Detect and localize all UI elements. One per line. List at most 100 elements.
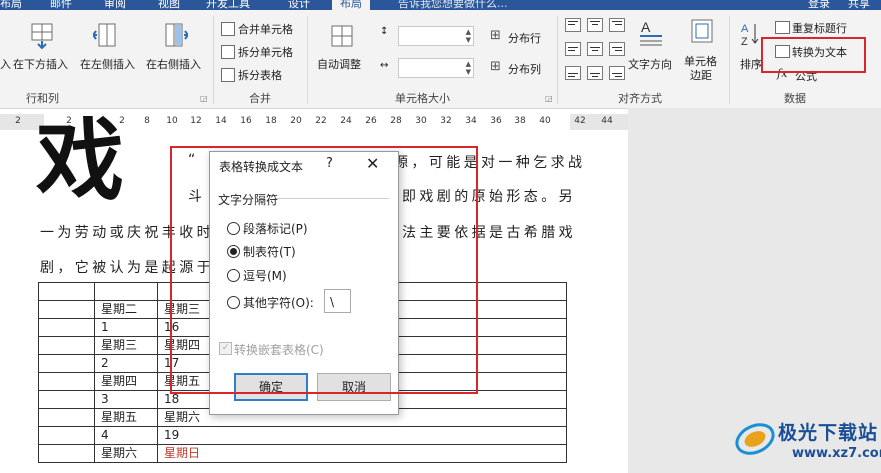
table-cell[interactable]: 2 <box>94 354 158 373</box>
repeat-header-button[interactable]: 重复标题行 <box>792 20 847 36</box>
sign-in-link[interactable]: 登录 <box>808 0 830 10</box>
share-button[interactable]: 共享 <box>848 0 870 10</box>
table-cell[interactable] <box>38 408 95 427</box>
align-middle-center-icon[interactable] <box>587 42 603 56</box>
table-cell[interactable] <box>38 336 95 355</box>
tab-developer[interactable]: 开发工具 <box>206 0 250 10</box>
group-label-rows-cols: 行和列 <box>26 92 59 105</box>
align-bottom-center-icon[interactable] <box>587 66 603 80</box>
table-cell[interactable] <box>38 426 95 445</box>
split-cells-icon <box>221 45 235 59</box>
table-cell[interactable] <box>38 390 95 409</box>
highlight-dialog-options <box>170 146 478 394</box>
table-row: 星期六 星期日 <box>38 444 567 463</box>
insert-right-button[interactable]: 在右侧插入 <box>146 56 201 72</box>
group-divider <box>213 16 214 104</box>
watermark-url: www.xz7.com <box>792 446 881 461</box>
tab-review[interactable]: 审阅 <box>104 0 126 10</box>
split-cells-button[interactable]: 拆分单元格 <box>238 44 293 60</box>
text-direction-icon: A <box>638 18 664 48</box>
table-cell[interactable]: 星期日 <box>157 444 567 463</box>
row-height-icon: ↕ <box>380 26 389 37</box>
ruler-tick-label: 42 <box>574 116 586 126</box>
insert-above-button[interactable]: 入 <box>0 56 11 72</box>
ruler-tick-label: 34 <box>465 116 477 126</box>
group-label-data: 数据 <box>784 92 806 105</box>
merge-cells-icon <box>221 22 235 36</box>
table-cell[interactable]: 星期二 <box>94 300 158 319</box>
column-width-icon: ↔ <box>380 60 389 71</box>
table-cell[interactable] <box>38 354 95 373</box>
distribute-cols-button[interactable]: 分布列 <box>508 61 541 77</box>
group-divider <box>307 16 308 104</box>
svg-text:A: A <box>741 23 749 35</box>
ruler-tick-label: 2 <box>15 116 21 126</box>
ruler-tick-label: 14 <box>215 116 227 126</box>
rows-cols-launcher-icon[interactable]: ◲ <box>200 94 208 103</box>
insert-below-icon <box>30 22 54 50</box>
ribbon: 入 在下方插入 在左侧插入 在右侧插入 行和列 ◲ 合并单元格 拆分单元格 拆分… <box>0 10 881 109</box>
split-table-button[interactable]: 拆分表格 <box>238 67 282 83</box>
group-label-cell-size: 单元格大小 <box>395 92 450 105</box>
insert-left-icon <box>91 22 117 50</box>
svg-text:A: A <box>641 19 651 35</box>
ruler-tick-label: 40 <box>539 116 551 126</box>
ruler-tick-label: 38 <box>514 116 526 126</box>
tell-me-box[interactable]: 告诉我您想要做什么... <box>398 0 508 10</box>
table-cell[interactable] <box>38 444 95 463</box>
table-cell[interactable]: 4 <box>94 426 158 445</box>
autofit-button[interactable]: 自动调整 <box>317 56 361 72</box>
column-width-input[interactable]: ▲ ▼ <box>398 58 474 78</box>
ruler-tick-label: 44 <box>601 116 613 126</box>
table-cell[interactable] <box>94 282 158 301</box>
watermark: 极光下载站 www.xz7.com <box>734 414 881 470</box>
tab-layout-cut[interactable]: 布局 <box>0 0 22 10</box>
ruler-tick-label: 22 <box>315 116 327 126</box>
tab-view[interactable]: 视图 <box>158 0 180 10</box>
ruler-tick-label: 18 <box>265 116 277 126</box>
table-cell[interactable]: 星期六 <box>94 444 158 463</box>
table-cell[interactable]: 星期三 <box>94 336 158 355</box>
row-height-input[interactable]: ▲ ▼ <box>398 26 474 46</box>
tab-table-layout[interactable]: 布局 <box>332 0 370 10</box>
watermark-name: 极光下载站 <box>778 422 879 444</box>
insert-below-button[interactable]: 在下方插入 <box>13 56 68 72</box>
text-direction-button[interactable]: 文字方向 <box>628 56 672 72</box>
table-cell[interactable] <box>38 300 95 319</box>
align-middle-right-icon[interactable] <box>609 42 625 56</box>
align-middle-left-icon[interactable] <box>565 42 581 56</box>
table-cell[interactable] <box>38 372 95 391</box>
table-cell[interactable]: 19 <box>157 426 567 445</box>
cell-margins-button-line2[interactable]: 边距 <box>690 67 712 83</box>
sort-button[interactable]: 排序 <box>740 56 762 72</box>
distribute-rows-button[interactable]: 分布行 <box>508 30 541 46</box>
cell-size-launcher-icon[interactable]: ◲ <box>545 94 553 103</box>
group-label-alignment: 对齐方式 <box>618 92 662 105</box>
table-row: 4 19 <box>38 426 567 445</box>
tab-design[interactable]: 设计 <box>288 0 310 10</box>
align-top-left-icon[interactable] <box>565 18 581 32</box>
table-cell[interactable]: 1 <box>94 318 158 337</box>
svg-text:Z: Z <box>741 36 748 48</box>
distribute-rows-icon: ⊞ <box>490 28 501 43</box>
split-table-icon <box>221 68 235 82</box>
ruler-tick-label: 24 <box>340 116 352 126</box>
ruler-tick-label: 16 <box>240 116 252 126</box>
insert-left-button[interactable]: 在左侧插入 <box>80 56 135 72</box>
watermark-logo-icon <box>735 423 775 455</box>
align-top-center-icon[interactable] <box>587 18 603 32</box>
distribute-cols-icon: ⊞ <box>490 59 501 74</box>
align-top-right-icon[interactable] <box>609 18 625 32</box>
group-divider <box>557 16 558 104</box>
merge-cells-button[interactable]: 合并单元格 <box>238 21 293 37</box>
table-cell[interactable] <box>38 282 95 301</box>
align-bottom-left-icon[interactable] <box>565 66 581 80</box>
tab-mailings[interactable]: 邮件 <box>50 0 72 10</box>
table-cell[interactable]: 3 <box>94 390 158 409</box>
group-label-merge: 合并 <box>249 92 271 105</box>
table-cell[interactable]: 星期四 <box>94 372 158 391</box>
table-cell[interactable] <box>38 318 95 337</box>
table-cell[interactable]: 星期五 <box>94 408 158 427</box>
align-bottom-right-icon[interactable] <box>609 66 625 80</box>
ruler-tick-label: 26 <box>365 116 377 126</box>
